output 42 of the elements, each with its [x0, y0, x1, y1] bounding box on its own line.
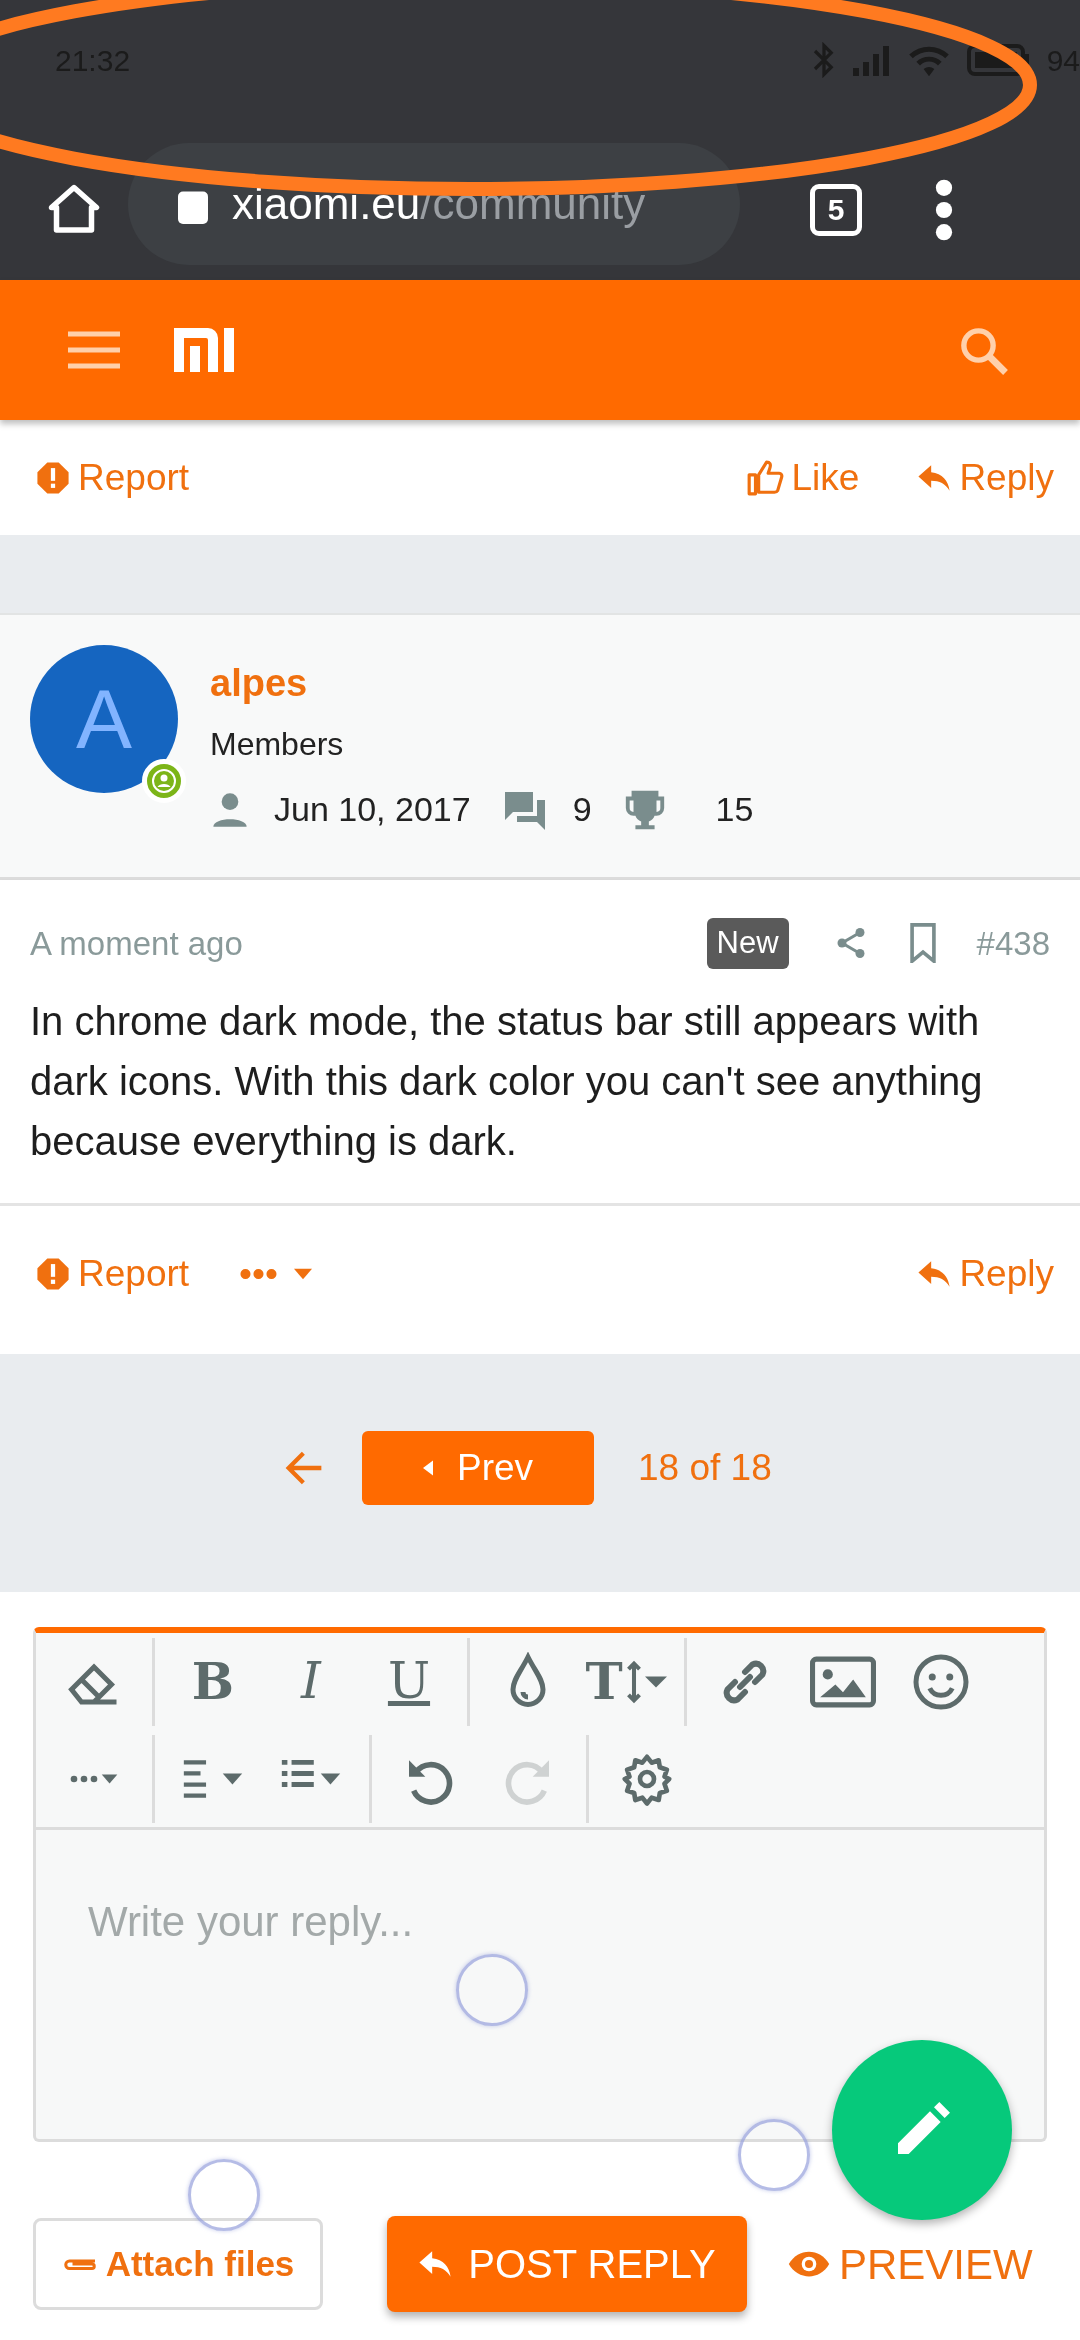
preview-button[interactable]: PREVIEW — [781, 2231, 1039, 2297]
underline-button[interactable]: U — [363, 1641, 455, 1722]
points-count: 15 — [715, 789, 754, 830]
alert-icon — [36, 460, 70, 495]
alert-icon — [36, 1257, 70, 1291]
person-icon — [152, 769, 176, 793]
italic-button[interactable]: I — [265, 1641, 357, 1722]
image-icon[interactable] — [810, 1654, 876, 1709]
page-status: 18 of 18 — [638, 1446, 772, 1491]
user-group: Members — [210, 720, 754, 768]
attach-files-button[interactable]: Attach files — [33, 2218, 323, 2310]
touch-indicator — [188, 2159, 260, 2231]
caret-icon — [293, 1268, 312, 1280]
new-badge: New — [706, 918, 789, 969]
signal-icon — [850, 44, 891, 76]
post-body: In chrome dark mode, the status bar still appears with dark icons. With this dark color you can't see anything because everything is dark. — [30, 997, 984, 1165]
thumbs-up-icon — [745, 458, 784, 497]
reply-link[interactable]: Reply — [917, 1246, 1054, 1302]
report-link[interactable]: Report — [36, 1246, 190, 1302]
post-number[interactable]: #438 — [976, 918, 1050, 968]
battery-icon — [966, 44, 1031, 76]
touch-indicator — [456, 1954, 528, 2026]
more-menu[interactable]: ••• — [239, 1246, 312, 1302]
menu-dots-icon[interactable] — [934, 178, 954, 242]
bold-button[interactable]: B — [167, 1641, 259, 1722]
reply-arrow-icon — [917, 1259, 952, 1289]
avatar[interactable]: A — [30, 645, 178, 793]
font-size-button[interactable]: T — [580, 1641, 672, 1722]
post-reply-button[interactable]: POST REPLY — [387, 2216, 747, 2312]
join-date: Jun 10, 2017 — [274, 789, 471, 830]
post-time: A moment ago — [30, 923, 243, 964]
like-link[interactable]: Like — [745, 449, 860, 506]
report-link[interactable]: Report — [36, 449, 190, 506]
touch-indicator — [738, 2119, 810, 2191]
author-name[interactable]: alpes — [210, 662, 308, 704]
caret-left-icon — [422, 1460, 433, 1476]
eye-icon — [787, 2249, 831, 2279]
prev-button[interactable]: Prev — [362, 1431, 594, 1505]
reply-link[interactable]: Reply — [917, 449, 1054, 506]
bluetooth-icon — [812, 42, 835, 78]
tab-count[interactable]: 5 — [810, 184, 862, 236]
message-count: 9 — [572, 789, 592, 830]
